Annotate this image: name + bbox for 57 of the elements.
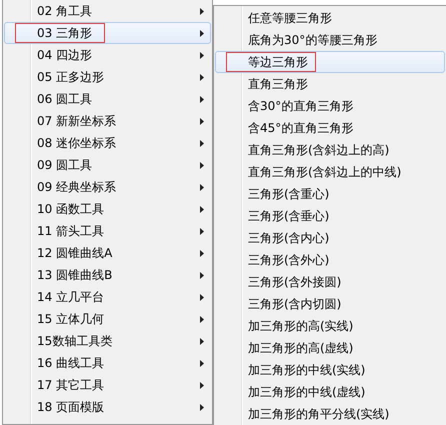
submenu-arrow-icon	[200, 74, 204, 80]
menu-item[interactable]: 09 经典坐标系	[4, 176, 211, 198]
menu-item[interactable]: 直角三角形(含斜边上的中线)	[215, 161, 445, 183]
submenu-arrow-icon	[200, 382, 204, 388]
menu-item[interactable]: 加三角形的高(实线)	[215, 315, 445, 337]
menu-item[interactable]: 三角形(含重心)	[215, 183, 445, 205]
submenu-arrow-icon	[200, 228, 204, 234]
menu-item[interactable]: 06 圆工具	[4, 88, 211, 110]
menu-item[interactable]: 17 其它工具	[4, 374, 211, 396]
menu-item[interactable]: 13 圆锥曲线B	[4, 264, 211, 286]
submenu-arrow-icon	[200, 404, 204, 410]
submenu-arrow-icon	[200, 360, 204, 366]
menu-item[interactable]: 加三角形的角平分线(实线)	[215, 403, 445, 425]
submenu-arrow-icon	[200, 52, 204, 58]
menu-item[interactable]: 含30°的直角三角形	[215, 95, 445, 117]
menu-item[interactable]: 任意等腰三角形	[215, 7, 445, 29]
menu-item[interactable]: 三角形(含垂心)	[215, 205, 445, 227]
menu-item[interactable]: 12 圆锥曲线A	[4, 242, 211, 264]
menu-item[interactable]: 含45°的直角三角形	[215, 117, 445, 139]
menu-item[interactable]: 07 新新坐标系	[4, 110, 211, 132]
menu-item[interactable]: 加三角形的中线(虚线)	[215, 381, 445, 403]
submenu-arrow-icon	[200, 338, 204, 344]
menu-item[interactable]: 15 立体几何	[4, 308, 211, 330]
submenu-arrow-icon	[200, 294, 204, 300]
menu-item[interactable]: 15数轴工具类	[4, 330, 211, 352]
menu-item[interactable]: 三角形(含外接圆)	[215, 271, 445, 293]
menu-item[interactable]: 加三角形的中线(实线)	[215, 359, 445, 381]
menu-item[interactable]: 03 三角形	[4, 22, 211, 44]
submenu-arrow-icon	[200, 30, 204, 36]
menu-item[interactable]: 三角形(含内切圆)	[215, 293, 445, 315]
menu-item[interactable]: 三角形(含外心)	[215, 249, 445, 271]
submenu-arrow-icon	[200, 250, 204, 256]
menu-item[interactable]: 等边三角形	[215, 51, 445, 73]
menu-item[interactable]: 直角三角形	[215, 73, 445, 95]
submenu-arrow-icon	[200, 316, 204, 322]
menu-item[interactable]: 三角形(含内心)	[215, 227, 445, 249]
submenu-arrow-icon	[200, 184, 204, 190]
submenu-arrow-icon	[200, 96, 204, 102]
submenu-arrow-icon	[200, 162, 204, 168]
menu-item[interactable]: 08 迷你坐标系	[4, 132, 211, 154]
menu-item[interactable]: 04 四边形	[4, 44, 211, 66]
menu-item[interactable]: 底角为30°的等腰三角形	[215, 29, 445, 51]
submenu-arrow-icon	[200, 140, 204, 146]
submenu-arrow-icon	[200, 272, 204, 278]
menu-item[interactable]: 加三角形的高(虚线)	[215, 337, 445, 359]
menu-item[interactable]: 10 函数工具	[4, 198, 211, 220]
submenu-arrow-icon	[200, 8, 204, 14]
menu-item[interactable]: 02 角工具	[4, 0, 211, 22]
menu-item[interactable]: 09 圆工具	[4, 154, 211, 176]
submenu-arrow-icon	[200, 206, 204, 212]
submenu-arrow-icon	[200, 118, 204, 124]
menu-item[interactable]: 直角三角形(含斜边上的高)	[215, 139, 445, 161]
menu-item[interactable]: 05 正多边形	[4, 66, 211, 88]
menu-item[interactable]: 14 立几平台	[4, 286, 211, 308]
menu-item[interactable]: 16 曲线工具	[4, 352, 211, 374]
menu-item[interactable]: 18 页面模版	[4, 396, 211, 418]
menu-item[interactable]: 11 箭头工具	[4, 220, 211, 242]
